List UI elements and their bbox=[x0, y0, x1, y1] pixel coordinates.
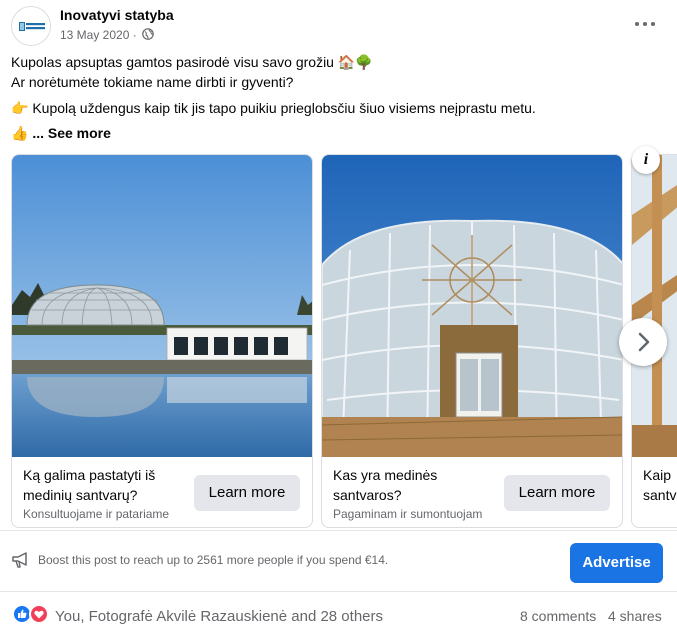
card-headline-line-1: Kaip bbox=[643, 467, 672, 483]
post-date[interactable]: 13 May 2020 · bbox=[60, 28, 154, 42]
card-headline[interactable]: Kas yra medinės santvaros? bbox=[333, 465, 503, 505]
post-text-line-1: Kupolas apsuptas gamtos pasirodė visu sa… bbox=[11, 54, 373, 70]
card-subtitle: Pagaminam ir sumontuojam bbox=[333, 507, 483, 521]
carousel-card-1[interactable]: Ką galima pastatyti iš medinių santvarų?… bbox=[11, 154, 313, 528]
advertise-button[interactable]: Advertise bbox=[570, 543, 663, 583]
card-headline[interactable]: Kaip santv bbox=[643, 465, 676, 505]
page-logo bbox=[13, 8, 50, 45]
see-more-link[interactable]: ... See more bbox=[32, 125, 111, 141]
reactions-text[interactable]: You, Fotografė Akvilė Razauskienė and 28… bbox=[55, 608, 383, 625]
info-icon[interactable]: i bbox=[632, 146, 660, 174]
chevron-right-icon[interactable] bbox=[619, 318, 667, 366]
dome-lake-photo bbox=[12, 155, 312, 457]
page-name[interactable]: Inovatyvi statyba bbox=[60, 7, 174, 23]
post-text-line-4: 👍 ... See more bbox=[11, 125, 111, 142]
thumbs-up-emoji: 👍 bbox=[11, 125, 29, 141]
globe-icon bbox=[142, 28, 154, 40]
page-avatar[interactable] bbox=[11, 6, 51, 46]
card-info: Kas yra medinės santvaros? Pagaminam ir … bbox=[322, 457, 622, 527]
shares-count[interactable]: 4 shares bbox=[608, 608, 662, 624]
card-subtitle: Konsultuojame ir patariame bbox=[23, 507, 170, 521]
card-info: Ką galima pastatyti iš medinių santvarų?… bbox=[12, 457, 312, 527]
card-headline[interactable]: Ką galima pastatyti iš medinių santvarų? bbox=[23, 465, 193, 505]
boost-bar: Boost this post to reach up to 2561 more… bbox=[0, 530, 677, 592]
megaphone-icon bbox=[12, 552, 27, 568]
post-text-line-2: Ar norėtumėte tokiame name dirbti ir gyv… bbox=[11, 74, 294, 90]
card-headline-line-2: santv bbox=[643, 487, 677, 503]
learn-more-button[interactable]: Learn more bbox=[194, 475, 300, 511]
more-options-icon[interactable] bbox=[633, 14, 657, 34]
comments-count[interactable]: 8 comments bbox=[520, 608, 596, 624]
post-card: Inovatyvi statyba 13 May 2020 · Kupolas … bbox=[0, 0, 677, 635]
boost-text: Boost this post to reach up to 2561 more… bbox=[38, 553, 389, 567]
learn-more-button[interactable]: Learn more bbox=[504, 475, 610, 511]
post-text-line-3: 👉 Kupolą uždengus kaip tik jis tapo puik… bbox=[11, 100, 536, 116]
carousel-card-2[interactable]: Kas yra medinės santvaros? Pagaminam ir … bbox=[321, 154, 623, 528]
dome-closeup-photo bbox=[322, 155, 622, 457]
wooden-truss-photo bbox=[632, 155, 677, 457]
love-icon bbox=[29, 604, 49, 624]
post-date-text[interactable]: 13 May 2020 bbox=[60, 28, 129, 42]
date-separator: · bbox=[129, 28, 137, 42]
